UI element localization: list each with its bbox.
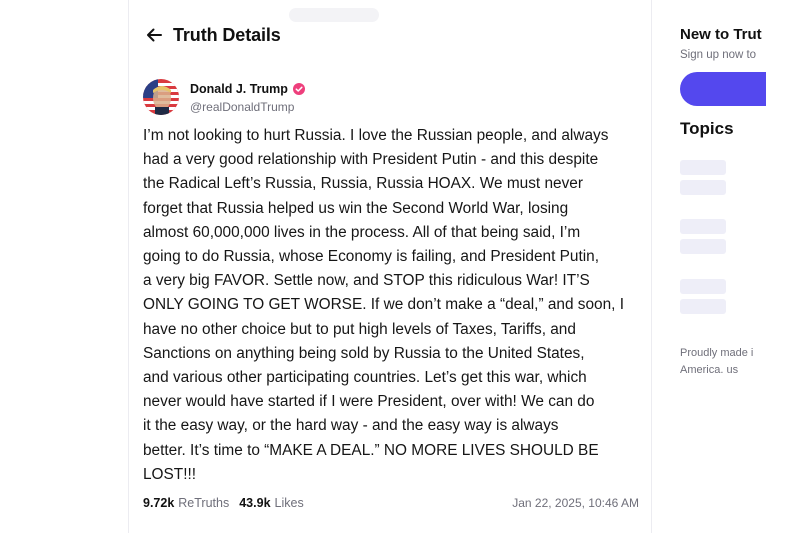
post-body: I’m not looking to hurt Russia. I love t… [143, 127, 625, 483]
author-name-row: Donald J. Trump [190, 80, 305, 98]
topic-skeleton [680, 279, 726, 294]
topics-title: Topics [680, 119, 734, 138]
signup-button[interactable] [680, 72, 766, 106]
topic-skeleton [680, 299, 726, 314]
signup-subtitle: Sign up now to [680, 49, 757, 61]
topic-skeleton [680, 180, 726, 195]
signup-title: New to Trut [680, 26, 762, 43]
retruths-count: 9.72k [143, 496, 175, 510]
arrow-left-icon[interactable] [145, 26, 163, 44]
page-title: Truth Details [173, 24, 281, 45]
footer-line: Proudly made i [680, 347, 754, 359]
right-sidebar: New to Trut Sign up now to Topics Proudl… [680, 0, 800, 533]
topic-skeleton [680, 239, 726, 254]
author-meta: Donald J. Trump @realDonaldTrump [190, 80, 305, 114]
likes-label: Likes [274, 496, 304, 510]
author-name[interactable]: Donald J. Trump [190, 82, 288, 96]
sidebar-footer: Proudly made i America. us [680, 345, 753, 379]
post-author: Donald J. Trump @realDonaldTrump [143, 79, 305, 115]
avatar[interactable] [143, 79, 179, 115]
retruths-label: ReTruths [178, 496, 230, 510]
verified-badge-icon [292, 83, 305, 95]
page: Truth Details Donald J. Trump @realDonal… [0, 0, 800, 533]
topic-skeleton [680, 219, 726, 234]
post-timestamp: Jan 22, 2025, 10:46 AM [512, 496, 639, 510]
likes-count: 43.9k [239, 496, 271, 510]
header-placeholder [289, 8, 379, 22]
likes-stat[interactable]: 43.9k Likes [239, 496, 303, 510]
footer-link[interactable]: us [726, 364, 738, 376]
post-stats: 9.72k ReTruths 43.9k Likes Jan 22, 2025,… [143, 494, 639, 512]
footer-line: America. us [680, 362, 753, 379]
retruths-stat[interactable]: 9.72k ReTruths [143, 496, 229, 510]
author-handle[interactable]: @realDonaldTrump [190, 100, 305, 114]
page-header: Truth Details [145, 22, 281, 48]
footer-text: America. [680, 364, 727, 376]
topic-skeleton [680, 160, 726, 175]
main-column: Truth Details Donald J. Trump @realDonal… [128, 0, 652, 533]
